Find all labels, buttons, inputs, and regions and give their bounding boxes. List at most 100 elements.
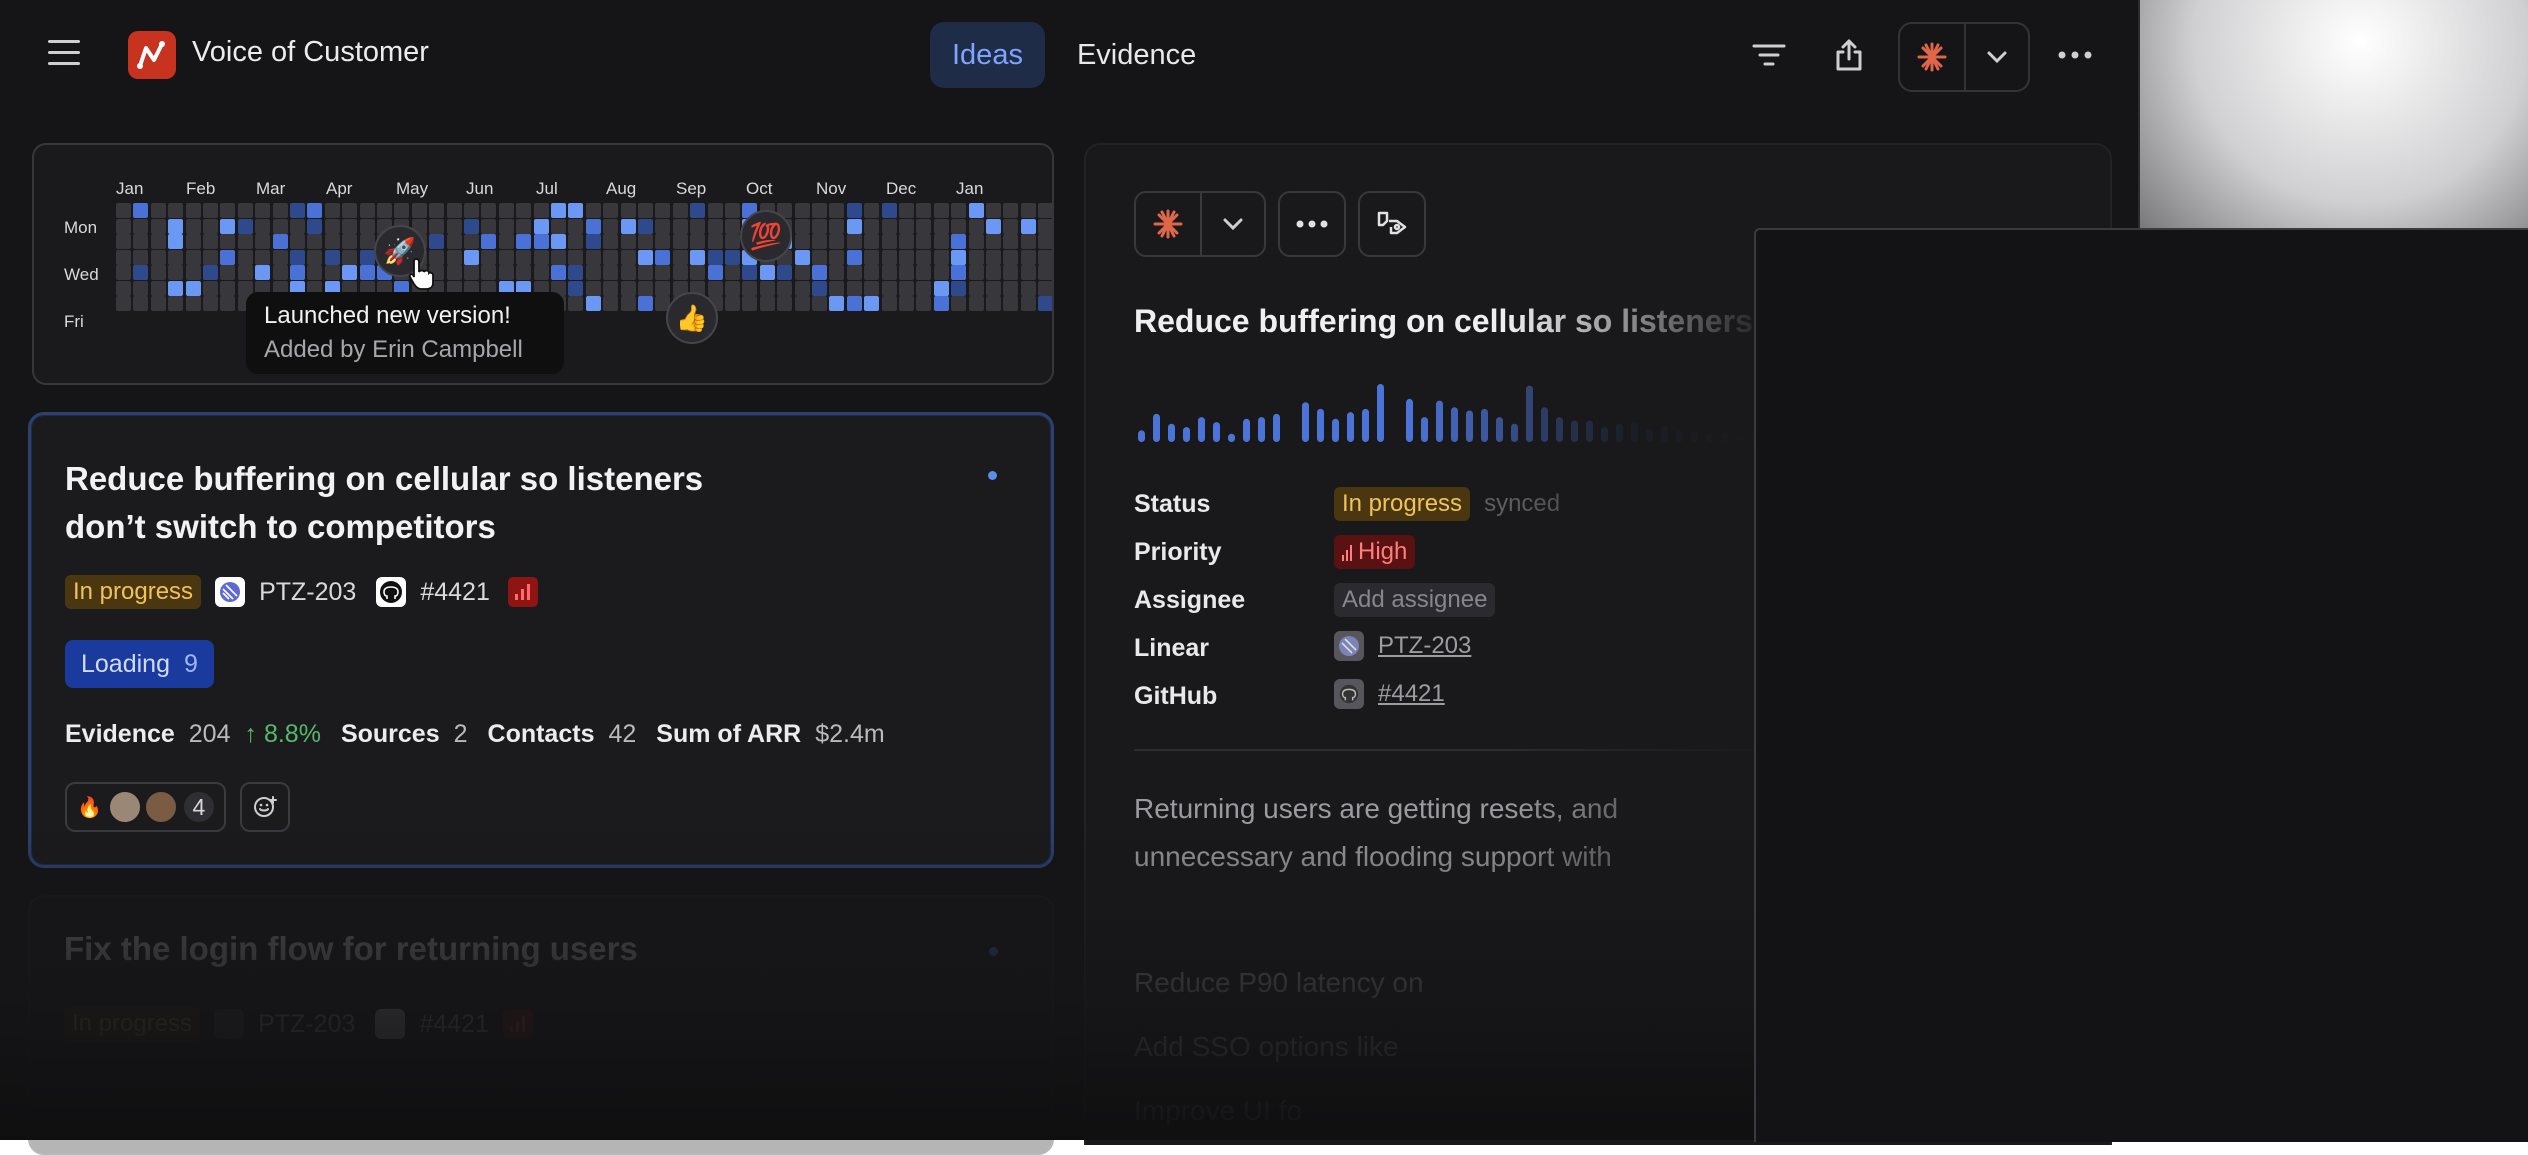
tab-evidence[interactable]: Evidence [1055, 22, 1218, 88]
linear-id[interactable]: PTZ-203 [258, 1010, 355, 1039]
heatmap-cell[interactable] [255, 249, 271, 265]
heatmap-cell[interactable] [829, 218, 845, 234]
heatmap-cell[interactable] [829, 265, 845, 280]
heatmap-cell[interactable] [829, 280, 845, 296]
heatmap-cell[interactable] [551, 234, 566, 249]
heatmap-cell[interactable] [951, 296, 967, 311]
status-badge[interactable]: In progress [64, 1007, 201, 1041]
heatmap-cell[interactable] [1020, 218, 1036, 234]
heatmap-cell[interactable] [220, 265, 236, 280]
heatmap-cell[interactable] [707, 265, 723, 280]
heatmap-cell[interactable] [150, 249, 166, 265]
heatmap-cell[interactable] [794, 249, 810, 265]
heatmap-cell[interactable] [829, 296, 845, 311]
assistant-split-button[interactable] [1898, 22, 2030, 92]
heatmap-cell[interactable] [881, 249, 897, 265]
heatmap-cell[interactable] [707, 249, 723, 265]
heatmap-cell[interactable] [1038, 234, 1052, 249]
detail-more-button[interactable] [1278, 191, 1346, 257]
heatmap-cell[interactable] [1020, 280, 1036, 296]
heatmap-cell[interactable] [881, 218, 897, 234]
heatmap-cell[interactable] [812, 265, 827, 280]
heatmap-cell[interactable] [986, 234, 1001, 249]
heatmap-cell[interactable] [899, 280, 914, 296]
heatmap-cell[interactable] [812, 249, 827, 265]
heatmap-cell[interactable] [620, 296, 636, 311]
heatmap-cell[interactable] [707, 218, 723, 234]
heatmap-cell[interactable] [951, 265, 967, 280]
heatmap-cell[interactable] [638, 218, 653, 234]
heatmap-cell[interactable] [620, 203, 636, 218]
heatmap-cell[interactable] [168, 234, 184, 249]
heatmap-cell[interactable] [690, 249, 706, 265]
heatmap-cell[interactable] [638, 249, 653, 265]
heatmap-cell[interactable] [968, 280, 984, 296]
idea-card[interactable]: Reduce buffering on cellular so listener… [28, 412, 1054, 868]
heatmap-cell[interactable] [1020, 265, 1036, 280]
heatmap-cell[interactable] [307, 218, 323, 234]
heatmap-cell[interactable] [655, 265, 671, 280]
heatmap-cell[interactable] [255, 234, 271, 249]
heatmap-cell[interactable] [568, 265, 584, 280]
heatmap-cell[interactable] [568, 234, 584, 249]
heatmap-cell[interactable] [812, 234, 827, 249]
heatmap-cell[interactable] [429, 203, 445, 218]
heatmap-cell[interactable] [133, 280, 149, 296]
heatmap-cell[interactable] [237, 234, 253, 249]
heatmap-cell[interactable] [551, 203, 566, 218]
heatmap-cell[interactable] [533, 249, 549, 265]
heatmap-cell[interactable] [690, 218, 706, 234]
heatmap-cell[interactable] [498, 249, 514, 265]
linear-id[interactable]: PTZ-203 [259, 578, 356, 607]
heatmap-cell[interactable] [1038, 296, 1052, 311]
heatmap-cell[interactable] [864, 203, 880, 218]
heatmap-cell[interactable] [1020, 234, 1036, 249]
heatmap-cell[interactable] [324, 234, 340, 249]
heatmap-cell[interactable] [812, 280, 827, 296]
github-link[interactable]: #4421 [1378, 680, 1445, 708]
tag-loading[interactable]: Loading 9 [65, 640, 214, 688]
heatmap-cell[interactable] [794, 296, 810, 311]
heatmap-cell[interactable] [429, 234, 445, 249]
heatmap-cell[interactable] [690, 203, 706, 218]
heatmap-cell[interactable] [446, 249, 462, 265]
heatmap-cell[interactable] [829, 203, 845, 218]
thumbs-up-marker[interactable]: 👍 [666, 292, 718, 344]
heatmap-cell[interactable] [968, 234, 984, 249]
heatmap-cell[interactable] [533, 265, 549, 280]
heatmap-cell[interactable] [672, 265, 688, 280]
heatmap-cell[interactable] [220, 249, 236, 265]
heatmap-cell[interactable] [1038, 280, 1052, 296]
heatmap-cell[interactable] [916, 265, 932, 280]
heatmap-cell[interactable] [116, 249, 131, 265]
heatmap-cell[interactable] [342, 218, 358, 234]
heatmap-cell[interactable] [742, 280, 758, 296]
heatmap-cell[interactable] [759, 265, 775, 280]
heatmap-cell[interactable] [342, 203, 358, 218]
heatmap-cell[interactable] [968, 218, 984, 234]
heatmap-cell[interactable] [794, 234, 810, 249]
heatmap-cell[interactable] [951, 218, 967, 234]
github-id[interactable]: #4421 [420, 578, 490, 607]
add-reaction-button[interactable] [239, 782, 290, 832]
heatmap-cell[interactable] [272, 249, 288, 265]
heatmap-cell[interactable] [707, 234, 723, 249]
heatmap-cell[interactable] [986, 249, 1001, 265]
heatmap-cell[interactable] [203, 249, 218, 265]
heatmap-cell[interactable] [933, 296, 949, 311]
heatmap-cell[interactable] [133, 218, 149, 234]
detail-assistant-button[interactable] [1134, 191, 1266, 257]
heatmap-cell[interactable] [672, 218, 688, 234]
heatmap-cell[interactable] [116, 234, 131, 249]
heatmap-cell[interactable] [707, 280, 723, 296]
heatmap-cell[interactable] [464, 234, 479, 249]
heatmap-cell[interactable] [498, 265, 514, 280]
heatmap-cell[interactable] [324, 249, 340, 265]
floating-panel[interactable] [1754, 228, 2528, 1142]
heatmap-cell[interactable] [846, 203, 862, 218]
heatmap-cell[interactable] [168, 249, 184, 265]
heatmap-cell[interactable] [916, 234, 932, 249]
heatmap-cell[interactable] [585, 203, 601, 218]
heatmap-cell[interactable] [777, 265, 793, 280]
heatmap-cell[interactable] [794, 265, 810, 280]
